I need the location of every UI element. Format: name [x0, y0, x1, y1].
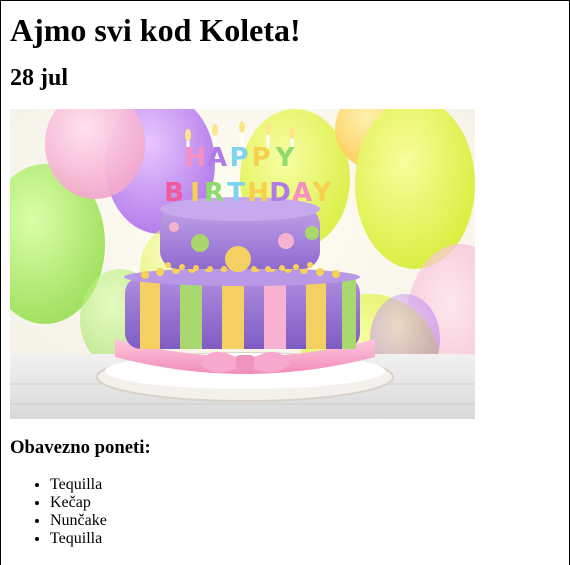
svg-text:B: B: [164, 178, 184, 208]
bring-list-heading: Obavezno poneti:: [10, 437, 151, 458]
page-title: Ajmo svi kod Koleta!: [10, 12, 301, 48]
svg-text:D: D: [269, 178, 291, 208]
bring-list: Tequilla Kečap Nunčake Tequilla: [10, 476, 560, 548]
event-date: 28 jul: [10, 65, 69, 91]
svg-text:T: T: [227, 178, 245, 208]
svg-text:P: P: [229, 143, 248, 173]
page-content: Ajmo svi kod Koleta! 28 jul H A P P Y B …: [10, 0, 560, 548]
svg-text:H: H: [184, 143, 206, 173]
list-item: Tequilla: [50, 476, 560, 494]
svg-text:P: P: [251, 143, 270, 173]
list-item: Kečap: [50, 494, 560, 512]
svg-text:Y: Y: [275, 143, 296, 173]
list-item: Tequilla: [50, 530, 560, 548]
svg-text:Y: Y: [312, 178, 333, 208]
list-item: Nunčake: [50, 512, 560, 530]
svg-text:I: I: [190, 178, 200, 208]
svg-text:A: A: [207, 143, 227, 173]
svg-text:R: R: [204, 178, 224, 208]
svg-text:A: A: [292, 178, 312, 208]
svg-text:H: H: [247, 178, 269, 208]
birthday-cake-image: H A P P Y B I R T H D A Y: [10, 109, 475, 419]
